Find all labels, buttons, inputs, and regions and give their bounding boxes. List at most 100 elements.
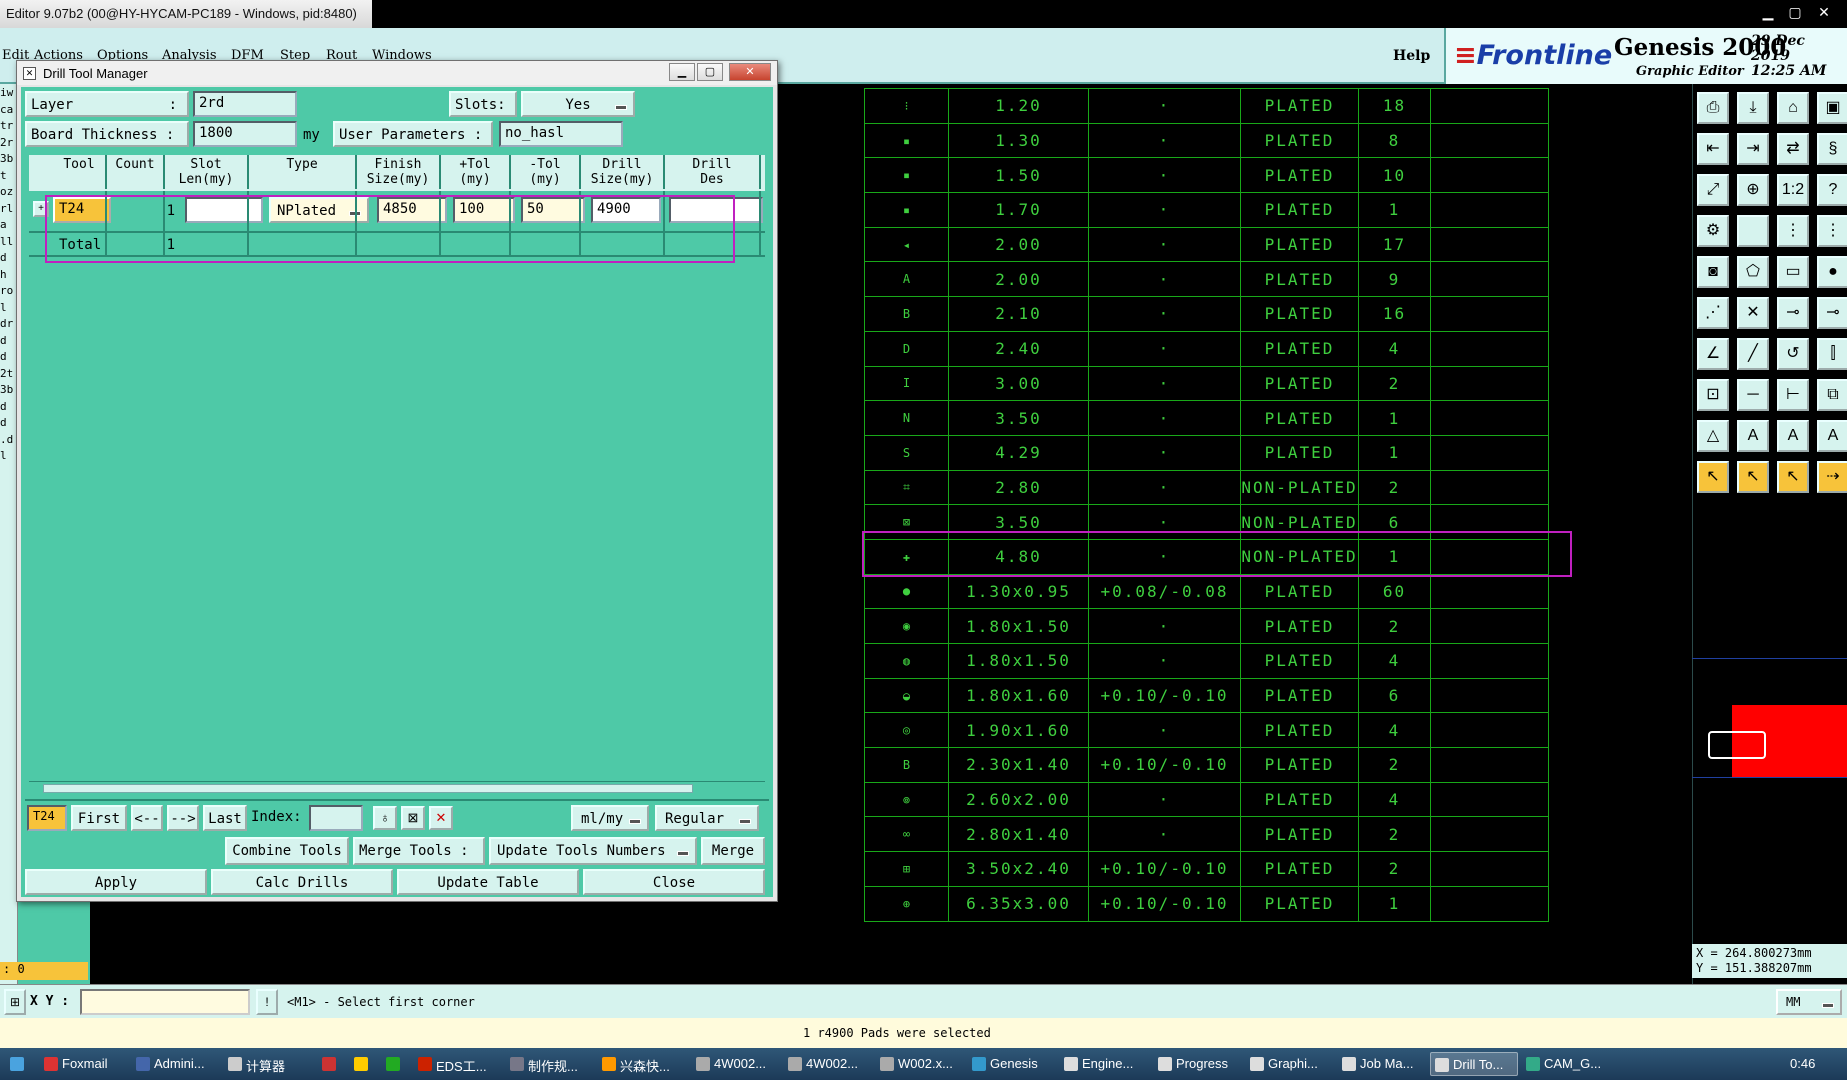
blank-icon[interactable]: [1737, 215, 1769, 247]
a3-icon[interactable]: A: [1817, 420, 1847, 452]
merge-button[interactable]: Merge: [701, 837, 765, 865]
layer-label-item[interactable]: tr: [0, 119, 14, 132]
line-icon[interactable]: ╱: [1737, 338, 1769, 370]
layer-label-item[interactable]: ro: [0, 284, 14, 297]
ruler-icon[interactable]: ▭: [1777, 256, 1809, 288]
column-header[interactable]: Drill Size(my): [581, 155, 665, 189]
index-input[interactable]: [309, 805, 363, 831]
a2-icon[interactable]: A: [1777, 420, 1809, 452]
taskbar-item[interactable]: 计算器: [224, 1052, 314, 1076]
route-icon[interactable]: ⬠: [1737, 256, 1769, 288]
layer-label-item[interactable]: iw: [0, 86, 14, 99]
snapshot-icon[interactable]: ⎙: [1697, 92, 1729, 124]
pin-icon[interactable]: ⊸: [1817, 297, 1847, 329]
column-header[interactable]: -Tol (my): [511, 155, 581, 189]
column-header[interactable]: Type: [249, 155, 357, 189]
help-icon[interactable]: ?: [1817, 174, 1847, 206]
a-icon[interactable]: A: [1737, 420, 1769, 452]
split2-icon[interactable]: ⫿: [1817, 338, 1847, 370]
units-toggle[interactable]: ml/my: [571, 805, 649, 831]
layer-label-item[interactable]: cal: [0, 102, 14, 116]
layer-label-item[interactable]: ll: [0, 234, 14, 248]
apply-button[interactable]: Apply: [25, 869, 207, 895]
horizontal-scrollbar[interactable]: [29, 781, 765, 795]
home-icon[interactable]: ⌂: [1777, 92, 1809, 124]
taskbar-item[interactable]: Engine...: [1060, 1052, 1150, 1076]
xy-input[interactable]: [80, 989, 250, 1015]
layer-label-item[interactable]: d: [0, 333, 14, 347]
taskbar-item[interactable]: 兴森快...: [598, 1052, 688, 1076]
grid-icon[interactable]: ⚙: [1697, 215, 1729, 247]
pointer3-icon[interactable]: ↖: [1777, 461, 1809, 493]
slots-select[interactable]: Yes: [521, 91, 635, 117]
taskbar-item[interactable]: 4W002...: [692, 1052, 780, 1076]
drill-icon[interactable]: ⋮: [1777, 215, 1809, 247]
copy-icon[interactable]: ⧉: [1817, 379, 1847, 411]
triangle-icon[interactable]: △: [1697, 420, 1729, 452]
column-header[interactable]: Count: [107, 155, 165, 189]
layer-label-item[interactable]: 3b: [0, 383, 14, 396]
center-icon[interactable]: ⊕: [1737, 174, 1769, 206]
next-button[interactable]: -->: [167, 805, 199, 831]
bulb-icon[interactable]: ♁: [373, 806, 397, 830]
layer-label-item[interactable]: d: [0, 251, 14, 264]
update-table-button[interactable]: Update Table: [397, 869, 579, 895]
minus-icon[interactable]: ─: [1737, 379, 1769, 411]
prev-button[interactable]: <--: [131, 805, 163, 831]
layer-label-item[interactable]: dr: [0, 317, 14, 330]
taskbar-item[interactable]: Drill To...: [1430, 1052, 1518, 1076]
close-icon[interactable]: ✕: [1812, 2, 1836, 22]
start-button[interactable]: [6, 1052, 36, 1076]
column-header[interactable]: Slot Len(my): [165, 155, 249, 189]
mode-select[interactable]: Regular: [655, 805, 759, 831]
circle-icon[interactable]: ●: [1817, 256, 1847, 288]
column-header[interactable]: Tool: [53, 155, 107, 189]
arc-icon[interactable]: ↺: [1777, 338, 1809, 370]
taskbar-item[interactable]: EDS工...: [414, 1052, 502, 1076]
taskbar-item[interactable]: W002.x...: [876, 1052, 964, 1076]
delete-icon[interactable]: ✕: [429, 806, 453, 830]
taskbar-item[interactable]: 4W002...: [784, 1052, 872, 1076]
first-button[interactable]: First: [71, 805, 127, 831]
taskbar-item[interactable]: [350, 1052, 378, 1076]
taskbar-item[interactable]: [382, 1052, 410, 1076]
taskbar-item[interactable]: CAM_G...: [1522, 1052, 1610, 1076]
maximize-icon[interactable]: ▢: [1783, 2, 1807, 22]
camera-icon[interactable]: ◙: [1697, 256, 1729, 288]
split-icon[interactable]: §: [1817, 133, 1847, 165]
minimize-icon[interactable]: ▁: [1756, 2, 1780, 22]
layer-label-item[interactable]: t: [0, 168, 14, 182]
layer-label-item[interactable]: d: [0, 416, 14, 429]
taskbar-item[interactable]: Foxmail: [40, 1052, 128, 1076]
combine-tools-button[interactable]: Combine Tools: [225, 837, 349, 865]
close-button[interactable]: Close: [583, 869, 765, 895]
route2-icon[interactable]: ⇢: [1817, 461, 1847, 493]
info-icon[interactable]: !: [256, 989, 278, 1015]
units-select[interactable]: MM: [1776, 989, 1842, 1015]
board-thickness-input[interactable]: 1800: [193, 121, 297, 147]
layer-label-item[interactable]: h: [0, 267, 14, 281]
taskbar-item[interactable]: Progress: [1154, 1052, 1242, 1076]
filter-icon[interactable]: ⊠: [401, 806, 425, 830]
layer-label-item[interactable]: a: [0, 218, 14, 231]
column-header[interactable]: Finish Size(my): [357, 155, 441, 189]
dialog-minimize-icon[interactable]: ▁: [669, 63, 695, 81]
dialog-close-icon[interactable]: ✕: [729, 63, 771, 81]
scrollbar-thumb[interactable]: [43, 784, 693, 793]
save-icon[interactable]: ⤓: [1737, 92, 1769, 124]
layer-label-item[interactable]: oz: [0, 185, 14, 198]
grid-toggle-icon[interactable]: ⊞: [4, 989, 26, 1015]
ratio-icon[interactable]: 1:2: [1777, 174, 1809, 206]
taskbar-item[interactable]: [318, 1052, 346, 1076]
column-header[interactable]: Drill Des: [665, 155, 761, 189]
layer-label-item[interactable]: l: [0, 300, 14, 314]
node-icon[interactable]: ⋰: [1697, 297, 1729, 329]
last-button[interactable]: Last: [203, 805, 247, 831]
layer-label-item[interactable]: 2t: [0, 366, 14, 380]
layer-input[interactable]: 2rd: [193, 91, 297, 117]
help-menu[interactable]: Help: [1393, 48, 1430, 64]
taskbar-item[interactable]: Admini...: [132, 1052, 220, 1076]
layer-label-item[interactable]: d: [0, 350, 14, 363]
dialog-maximize-icon[interactable]: ▢: [697, 63, 723, 81]
measure-icon[interactable]: ⊢: [1777, 379, 1809, 411]
